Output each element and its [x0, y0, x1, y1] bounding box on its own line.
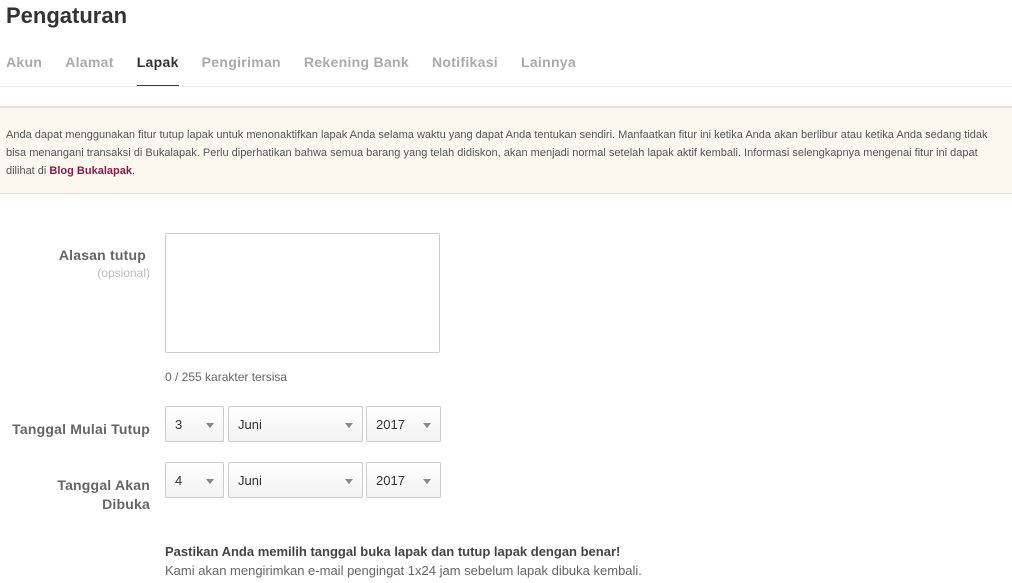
- tab-lainnya[interactable]: Lainnya: [521, 54, 576, 87]
- info-box: Anda dapat menggunakan fitur tutup lapak…: [0, 106, 1012, 194]
- open-year-select[interactable]: 2017: [366, 462, 441, 498]
- chevron-down-icon: [423, 423, 431, 428]
- start-date-label: Tanggal Mulai Tutup: [12, 421, 150, 437]
- tab-rekening-bank[interactable]: Rekening Bank: [304, 54, 409, 87]
- tab-pengiriman[interactable]: Pengiriman: [202, 54, 281, 87]
- info-text: Anda dapat menggunakan fitur tutup lapak…: [6, 129, 988, 177]
- tab-notifikasi[interactable]: Notifikasi: [432, 54, 498, 87]
- notice-reminder: Kami akan mengirimkan e-mail pengingat 1…: [165, 563, 642, 578]
- chevron-down-icon: [423, 479, 431, 484]
- chevron-down-icon: [206, 423, 214, 428]
- open-date-label-line1: Tanggal Akan: [57, 477, 150, 493]
- start-year-select[interactable]: 2017: [366, 406, 441, 442]
- start-month-value: Juni: [238, 417, 262, 432]
- tabs-divider: [0, 86, 1012, 87]
- open-date-label-line2: Dibuka: [102, 496, 150, 512]
- open-day-select[interactable]: 4: [165, 462, 224, 498]
- notice-warning: Pastikan Anda memilih tanggal buka lapak…: [165, 544, 621, 559]
- chevron-down-icon: [345, 479, 353, 484]
- open-day-value: 4: [175, 473, 183, 488]
- tab-alamat[interactable]: Alamat: [65, 54, 113, 87]
- start-month-select[interactable]: Juni: [228, 406, 363, 442]
- blog-bukalapak-link[interactable]: Blog Bukalapak: [49, 165, 132, 177]
- reason-optional-label: (opsional): [97, 266, 150, 280]
- tab-akun[interactable]: Akun: [6, 54, 42, 87]
- open-year-value: 2017: [376, 473, 405, 488]
- info-end: .: [131, 165, 136, 177]
- settings-tabs: Akun Alamat Lapak Pengiriman Rekening Ba…: [6, 54, 599, 87]
- character-counter: 0 / 255 karakter tersisa: [165, 370, 288, 384]
- start-day-value: 3: [175, 417, 183, 432]
- reason-label: Alasan tutup: [58, 247, 146, 263]
- page-title: Pengaturan: [6, 3, 128, 28]
- open-month-value: Juni: [238, 473, 262, 488]
- start-year-value: 2017: [376, 417, 405, 432]
- reason-textarea[interactable]: [165, 233, 440, 353]
- open-month-select[interactable]: Juni: [228, 462, 363, 498]
- start-day-select[interactable]: 3: [165, 406, 224, 442]
- tab-lapak[interactable]: Lapak: [136, 54, 179, 87]
- chevron-down-icon: [345, 423, 353, 428]
- chevron-down-icon: [206, 479, 214, 484]
